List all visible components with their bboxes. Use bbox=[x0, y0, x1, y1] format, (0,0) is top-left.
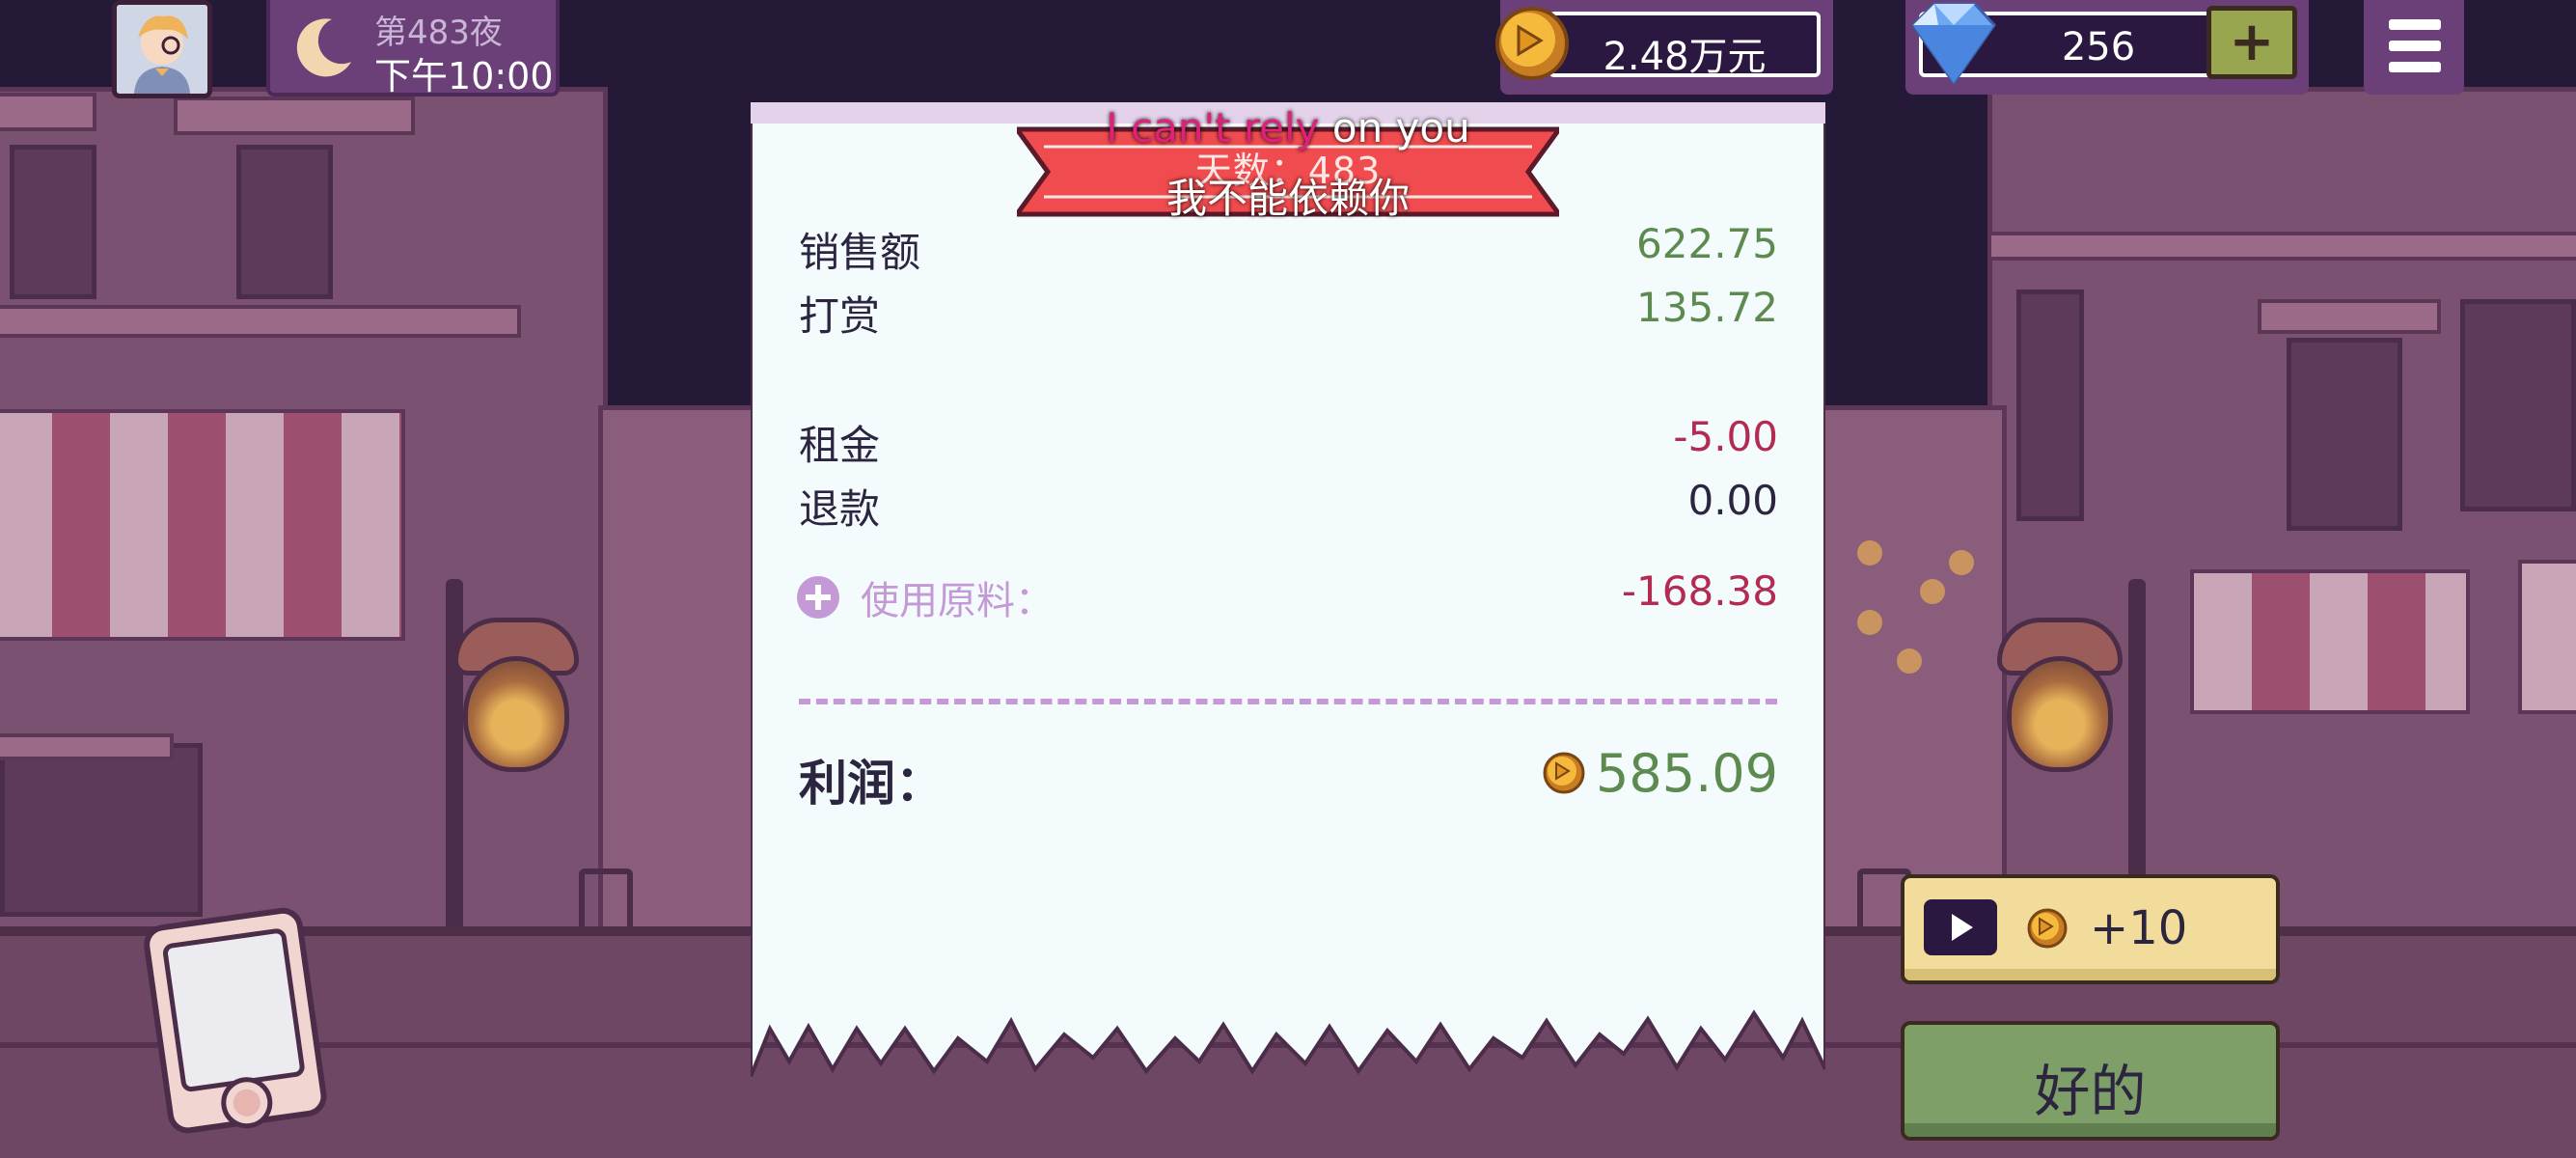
profit-label: 利润： bbox=[799, 756, 944, 812]
moon-icon bbox=[296, 18, 351, 77]
expand-ingredients-button[interactable] bbox=[797, 576, 839, 619]
rent-value: -5.00 bbox=[1673, 413, 1778, 460]
string-light-bulb bbox=[1857, 610, 1882, 635]
tablet-button[interactable] bbox=[137, 905, 328, 1139]
money-display: 2.48万元 bbox=[1548, 12, 1821, 79]
refund-label: 退款 bbox=[799, 485, 881, 533]
string-light-bulb bbox=[1857, 540, 1882, 565]
subtitle-chinese: 我不能依赖你 bbox=[1165, 175, 1410, 222]
ok-button-label: 好的 bbox=[2034, 1059, 2147, 1124]
menu-icon bbox=[2389, 19, 2441, 30]
center-building bbox=[598, 405, 772, 946]
watch-ad-reward-button[interactable]: +10 bbox=[1901, 874, 2280, 984]
tips-value: 135.72 bbox=[1636, 284, 1778, 331]
day-time-panel: 第483夜 下午10:00 bbox=[266, 0, 560, 97]
money-panel: 2.48万元 bbox=[1495, 0, 1833, 95]
money-amount: 2.48万元 bbox=[1603, 35, 1767, 79]
building-ledge bbox=[0, 305, 521, 338]
coin-icon bbox=[1495, 7, 1569, 80]
street-lamp bbox=[463, 656, 569, 772]
coin-icon bbox=[1543, 752, 1585, 794]
street-lamp bbox=[2007, 656, 2113, 772]
profit-value: 585.09 bbox=[1596, 743, 1778, 804]
building-window bbox=[2016, 290, 2084, 521]
tips-label: 打赏 bbox=[799, 292, 881, 340]
subtitle-rest: on you bbox=[1319, 104, 1470, 152]
ad-reward-amount: +10 bbox=[2090, 901, 2188, 955]
coin-icon bbox=[2027, 908, 2068, 949]
subtitle-english: I can't rely on you bbox=[0, 104, 2576, 152]
avatar[interactable] bbox=[112, 0, 212, 98]
building-window bbox=[2460, 299, 2576, 511]
shop-awning bbox=[2518, 560, 2576, 714]
string-light-bulb bbox=[1897, 648, 1922, 674]
building-ledge bbox=[1987, 232, 2576, 261]
menu-icon bbox=[2389, 41, 2441, 51]
plus-circle-icon bbox=[806, 585, 831, 610]
string-light-bulb bbox=[1949, 550, 1974, 575]
shop-awning bbox=[2190, 569, 2470, 714]
string-light-bulb bbox=[1920, 579, 1945, 604]
subtitle-highlight: I can't rely bbox=[1106, 104, 1320, 152]
building-window bbox=[2287, 338, 2402, 531]
add-gems-button[interactable]: + bbox=[2206, 6, 2297, 79]
dashed-divider bbox=[799, 699, 1777, 704]
refund-value: 0.00 bbox=[1687, 477, 1778, 524]
building-ledge bbox=[0, 733, 174, 760]
building-ledge bbox=[2258, 299, 2441, 334]
ingredients-value: -168.38 bbox=[1621, 567, 1778, 615]
gem-panel: 256 + bbox=[1905, 0, 2309, 95]
play-icon bbox=[1924, 899, 1997, 955]
gem-count: 256 bbox=[2061, 25, 2136, 69]
ok-button[interactable]: 好的 bbox=[1901, 1021, 2280, 1141]
menu-button[interactable] bbox=[2364, 0, 2464, 95]
rent-label: 租金 bbox=[799, 422, 881, 469]
plus-icon: + bbox=[2229, 11, 2275, 73]
diamond-icon bbox=[1911, 2, 1996, 86]
shop-window bbox=[0, 743, 203, 917]
sales-label: 销售额 bbox=[799, 229, 921, 276]
time-label: 下午10:00 bbox=[374, 55, 554, 97]
sales-value: 622.75 bbox=[1636, 220, 1778, 267]
center-building bbox=[1814, 405, 2007, 946]
ingredients-label: 使用原料： bbox=[861, 579, 1054, 623]
menu-icon bbox=[2389, 62, 2441, 72]
shop-awning bbox=[0, 409, 405, 641]
tablet-icon bbox=[144, 907, 327, 1134]
